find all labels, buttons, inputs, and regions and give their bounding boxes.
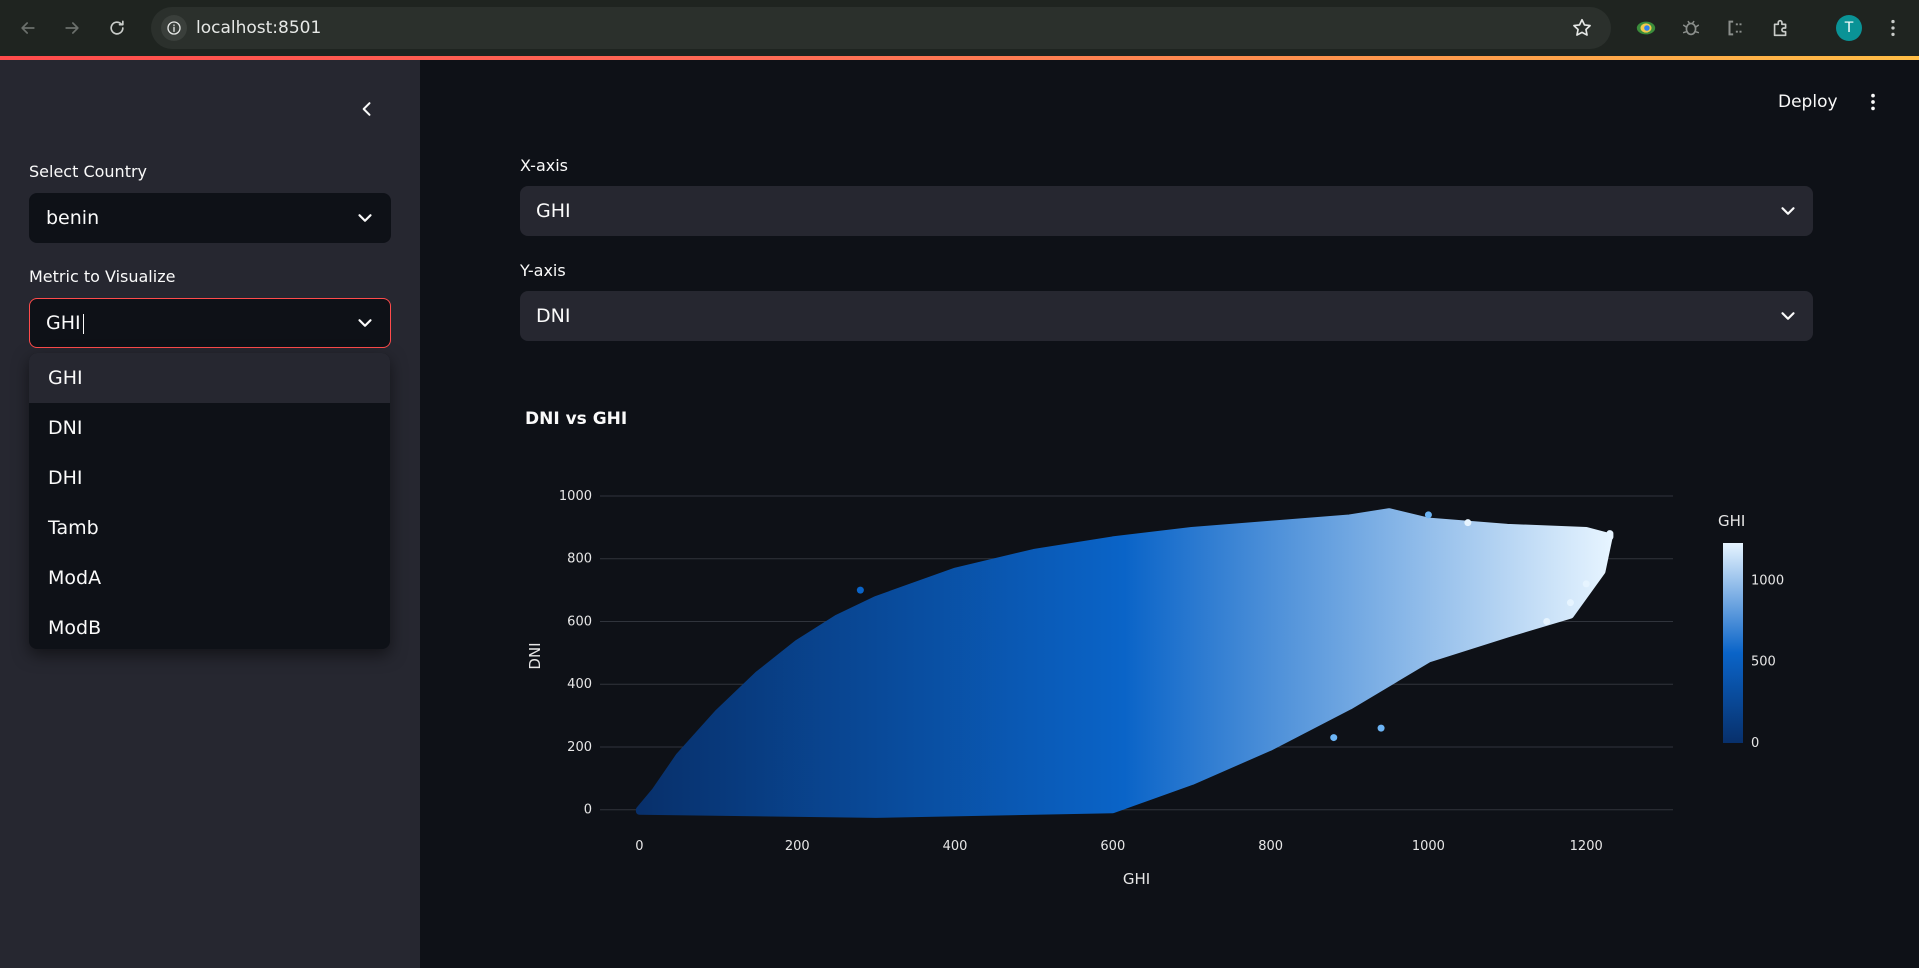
x-tick-label: 400 xyxy=(943,839,968,854)
x-axis-select-value: GHI xyxy=(536,200,571,222)
scatter-point xyxy=(1543,617,1551,625)
extensions-puzzle-icon[interactable] xyxy=(1768,15,1794,41)
chevron-down-icon xyxy=(1781,207,1795,215)
scatter-point xyxy=(856,586,864,594)
y-tick-label: 600 xyxy=(567,614,592,629)
chevron-left-icon xyxy=(362,102,371,116)
text-caret xyxy=(82,313,85,334)
country-select-value: benin xyxy=(46,207,100,229)
chevron-down-icon xyxy=(358,214,372,222)
x-tick-label: 600 xyxy=(1100,839,1125,854)
colorbar-tick-label: 1000 xyxy=(1751,573,1784,588)
app-menu-icon[interactable] xyxy=(1862,91,1884,113)
browser-menu-icon[interactable] xyxy=(1880,15,1906,41)
dropdown-option-moda[interactable]: ModA xyxy=(29,553,390,603)
reload-button[interactable] xyxy=(101,12,133,44)
dropdown-option-tamb[interactable]: Tamb xyxy=(29,503,390,553)
scatter-chart-canvas: DNI vs GHI 0 200 400 600 800 1000 0 200 400 600 8… xyxy=(525,409,1784,888)
reload-icon xyxy=(110,20,124,35)
x-axis-select[interactable]: GHI xyxy=(520,186,1813,236)
metric-select-label: Metric to Visualize xyxy=(29,267,176,286)
metric-select[interactable]: GHI xyxy=(29,298,391,348)
chevron-down-icon xyxy=(358,319,372,327)
x-axis-ticks: 0 200 400 600 800 1000 1200 xyxy=(635,839,1602,854)
scatter-point xyxy=(1582,580,1590,588)
scatter-point xyxy=(1330,734,1338,742)
scatter-point-cloud xyxy=(635,508,1614,818)
chevron-down-icon xyxy=(1781,312,1795,320)
metric-select-input[interactable]: GHI xyxy=(46,299,85,347)
country-select-label: Select Country xyxy=(29,162,148,181)
x-axis-select-label: X-axis xyxy=(520,156,568,175)
y-tick-label: 800 xyxy=(567,552,592,567)
scatter-chart[interactable]: DNI vs GHI 0 200 400 600 800 1000 0 200 400 600 8… xyxy=(520,400,1813,900)
dropdown-option-modb[interactable]: ModB xyxy=(29,603,390,649)
collapse-sidebar-button[interactable] xyxy=(354,96,380,122)
dropdown-option-dhi[interactable]: DHI xyxy=(29,453,390,503)
extension-code-icon[interactable] xyxy=(1722,15,1748,41)
x-axis-title: GHI xyxy=(1123,870,1150,888)
y-tick-label: 1000 xyxy=(559,489,592,504)
colorbar-title: GHI xyxy=(1718,512,1745,530)
x-tick-label: 200 xyxy=(785,839,810,854)
y-tick-label: 400 xyxy=(567,677,592,692)
y-tick-label: 200 xyxy=(567,740,592,755)
deploy-button[interactable]: Deploy xyxy=(1778,90,1838,114)
site-info-icon[interactable] xyxy=(161,15,187,41)
forward-button[interactable] xyxy=(56,12,88,44)
dropdown-option-ghi[interactable]: GHI xyxy=(29,353,390,403)
y-axis-select-value: DNI xyxy=(536,305,571,327)
chart-title: DNI vs GHI xyxy=(525,409,627,429)
scatter-point xyxy=(1464,519,1472,527)
scatter-point xyxy=(1566,599,1574,607)
y-axis-select-label: Y-axis xyxy=(520,261,566,280)
x-tick-label: 1200 xyxy=(1570,839,1603,854)
url-text: localhost:8501 xyxy=(196,18,322,38)
scatter-point xyxy=(1377,724,1385,732)
y-axis-ticks: 0 200 400 600 800 1000 xyxy=(559,489,592,818)
arrow-right-icon xyxy=(65,22,79,34)
bookmark-star-icon[interactable] xyxy=(1571,17,1593,39)
profile-avatar[interactable]: T xyxy=(1836,15,1862,41)
back-button[interactable] xyxy=(12,12,44,44)
y-axis-title: DNI xyxy=(526,642,544,669)
colorbar-tick-label: 500 xyxy=(1751,655,1776,670)
colorbar-tick-label: 0 xyxy=(1751,736,1759,751)
browser-toolbar: localhost:8501 T xyxy=(0,0,1919,56)
colorbar: GHI 0 500 1000 xyxy=(1718,512,1784,751)
country-select[interactable]: benin xyxy=(29,193,391,243)
colorbar-gradient xyxy=(1723,543,1743,743)
dropdown-option-dni[interactable]: DNI xyxy=(29,403,390,453)
scatter-point xyxy=(1424,511,1432,519)
metric-select-value: GHI xyxy=(46,312,81,334)
extension-globe-icon[interactable] xyxy=(1633,15,1659,41)
metric-dropdown-menu: GHI DNI DHI Tamb ModA ModB xyxy=(29,353,390,649)
extension-bug-icon[interactable] xyxy=(1678,15,1704,41)
arrow-left-icon xyxy=(21,22,35,34)
sidebar: Select Country benin Metric to Visualize… xyxy=(0,60,420,968)
address-bar[interactable]: localhost:8501 xyxy=(151,7,1611,49)
y-tick-label: 0 xyxy=(584,803,592,818)
x-tick-label: 0 xyxy=(635,839,643,854)
scatter-density-area xyxy=(635,508,1614,818)
x-tick-label: 1000 xyxy=(1412,839,1445,854)
x-tick-label: 800 xyxy=(1258,839,1283,854)
y-axis-select[interactable]: DNI xyxy=(520,291,1813,341)
